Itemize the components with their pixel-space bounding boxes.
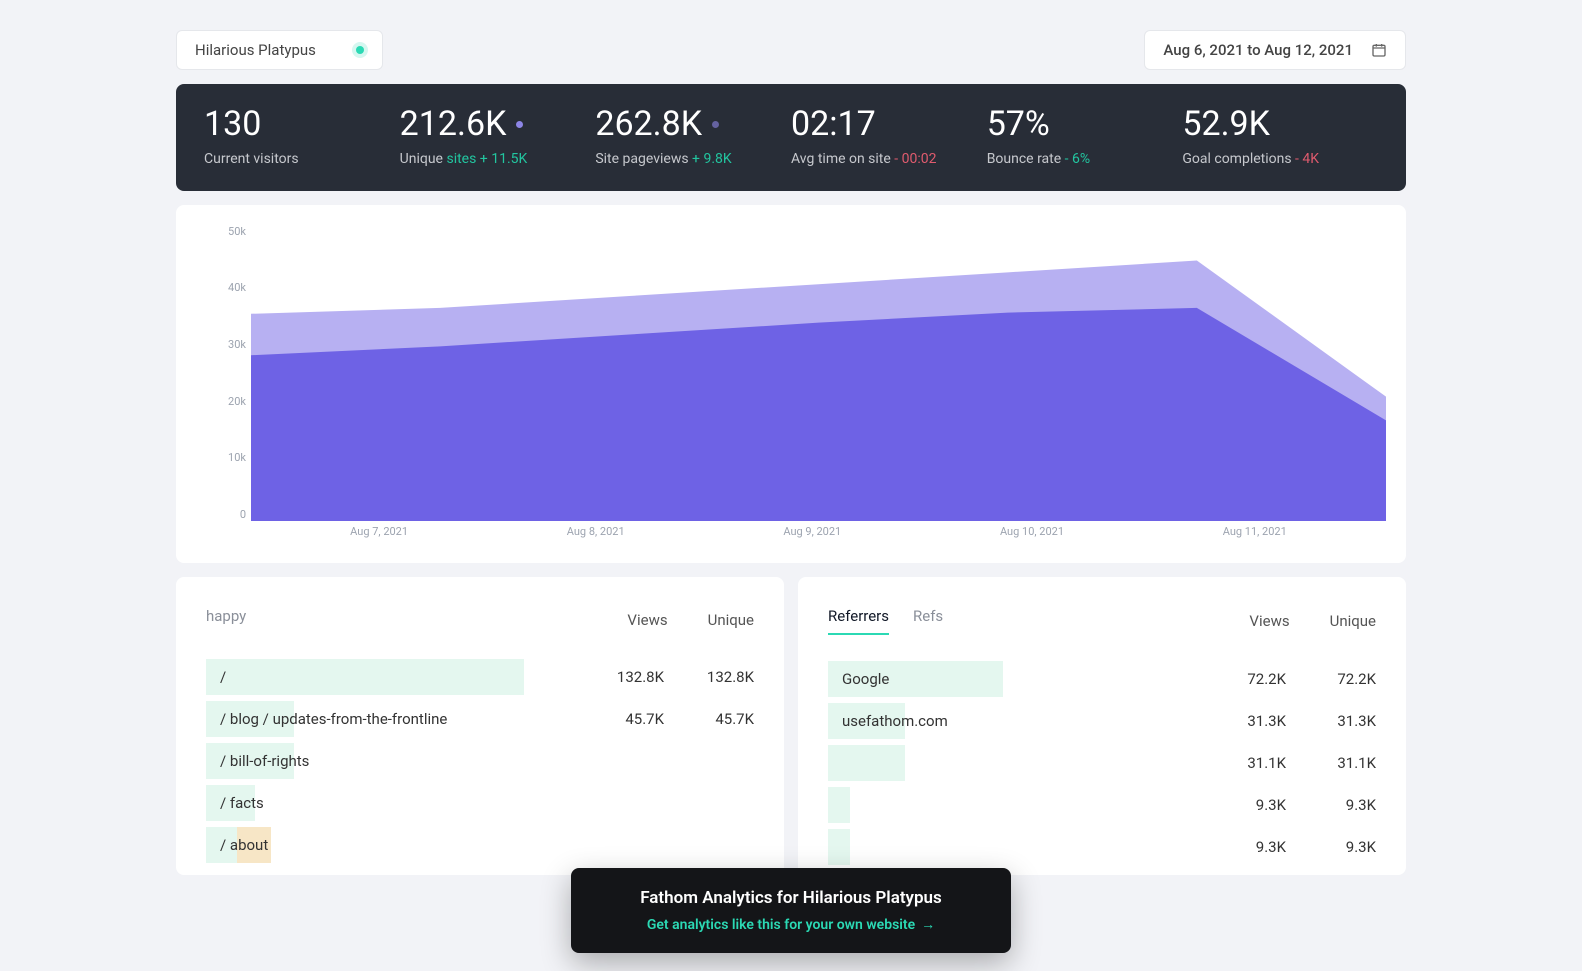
- table-row[interactable]: / blog / updates-from-the-frontline45.7K…: [206, 701, 754, 737]
- panel-pages: happy Views Unique /132.8K132.8K/ blog /…: [176, 577, 784, 875]
- date-range-label: Aug 6, 2021 to Aug 12, 2021: [1163, 41, 1353, 59]
- stat-value: 212.6K: [400, 104, 507, 145]
- stat-current-visitors[interactable]: 130 Current visitors: [204, 104, 400, 167]
- table-row[interactable]: Google72.2K72.2K: [828, 661, 1376, 697]
- row-unique: 9.3K: [1296, 796, 1376, 814]
- row-name: /: [220, 668, 584, 686]
- arrow-right-icon: →: [921, 916, 935, 933]
- table-row[interactable]: usefathom.com31.3K31.3K: [828, 703, 1376, 739]
- table-row[interactable]: /132.8K132.8K: [206, 659, 754, 695]
- site-name: Hilarious Platypus: [195, 41, 316, 59]
- tab-referrers[interactable]: Referrers: [828, 607, 889, 635]
- stat-label: Bounce rate - 6%: [987, 151, 1183, 167]
- chart-x-axis: Aug 7, 2021 Aug 8, 2021 Aug 9, 2021 Aug …: [251, 525, 1386, 545]
- row-name: / facts: [220, 794, 584, 812]
- site-picker[interactable]: Hilarious Platypus: [176, 30, 383, 70]
- row-views: 132.8K: [584, 668, 664, 686]
- chart-card: 50k 40k 30k 20k 10k 0 Aug 7, 2021 Aug 8,…: [176, 205, 1406, 563]
- stat-label: Site pageviews + 9.8K: [595, 151, 791, 167]
- series-dot-icon: [712, 121, 719, 128]
- promo-banner: Fathom Analytics for Hilarious Platypus …: [571, 868, 1011, 953]
- table-row[interactable]: / about: [206, 827, 754, 863]
- stat-label: Goal completions - 4K: [1182, 151, 1378, 167]
- row-unique: 72.2K: [1296, 670, 1376, 688]
- row-views: 45.7K: [584, 710, 664, 728]
- column-views: Views: [1249, 612, 1289, 630]
- table-row[interactable]: 9.3K 9.3K: [828, 829, 1376, 865]
- row-unique: 31.1K: [1296, 754, 1376, 772]
- stat-value: 02:17: [791, 104, 987, 145]
- stat-bounce-rate[interactable]: 57% Bounce rate - 6%: [987, 104, 1183, 167]
- table-row[interactable]: 31.1K 31.1K: [828, 745, 1376, 781]
- chart-plot[interactable]: [251, 225, 1386, 521]
- chart-y-axis: 50k 40k 30k 20k 10k 0: [196, 225, 246, 521]
- column-unique: Unique: [1330, 612, 1376, 630]
- row-views: 31.3K: [1206, 712, 1286, 730]
- stat-label: Current visitors: [204, 151, 400, 167]
- stat-value: 57%: [987, 104, 1183, 145]
- column-views: Views: [627, 611, 667, 629]
- row-unique: 45.7K: [674, 710, 754, 728]
- stat-value: 130: [204, 104, 400, 145]
- top-row: Hilarious Platypus Aug 6, 2021 to Aug 12…: [176, 30, 1406, 70]
- row-unique: 9.3K: [1296, 838, 1376, 856]
- live-indicator-icon: [356, 46, 364, 54]
- row-unique: 132.8K: [674, 668, 754, 686]
- promo-link[interactable]: Get analytics like this for your own web…: [647, 916, 935, 933]
- row-name: / blog / updates-from-the-frontline: [220, 710, 584, 728]
- row-views: 9.3K: [1206, 838, 1286, 856]
- series-dot-icon: [516, 121, 523, 128]
- stat-avg-time[interactable]: 02:17 Avg time on site - 00:02: [791, 104, 987, 167]
- row-unique: 31.3K: [1296, 712, 1376, 730]
- table-row[interactable]: / facts: [206, 785, 754, 821]
- stat-goal-completions[interactable]: 52.9K Goal completions - 4K: [1182, 104, 1378, 167]
- row-name: usefathom.com: [842, 712, 1206, 730]
- row-name: / bill-of-rights: [220, 752, 584, 770]
- table-row[interactable]: 9.3K 9.3K: [828, 787, 1376, 823]
- stat-value: 52.9K: [1182, 104, 1378, 145]
- stat-label: Avg time on site - 00:02: [791, 151, 987, 167]
- row-name: / about: [220, 836, 584, 854]
- row-views: 9.3K: [1206, 796, 1286, 814]
- stat-value: 262.8K: [595, 104, 702, 145]
- stat-pageviews[interactable]: 262.8K Site pageviews + 9.8K: [595, 104, 791, 167]
- tab-pages[interactable]: happy: [206, 607, 246, 633]
- panel-referrers: Referrers Refs Views Unique Google72.2K7…: [798, 577, 1406, 875]
- table-row[interactable]: / bill-of-rights: [206, 743, 754, 779]
- stats-bar: 130 Current visitors 212.6K Unique sites…: [176, 84, 1406, 191]
- tab-refs[interactable]: Refs: [913, 607, 943, 635]
- stat-label: Unique sites + 11.5K: [400, 151, 596, 167]
- column-unique: Unique: [708, 611, 754, 629]
- date-range-picker[interactable]: Aug 6, 2021 to Aug 12, 2021: [1144, 30, 1406, 70]
- row-name: Google: [842, 670, 1206, 688]
- row-views: 31.1K: [1206, 754, 1286, 772]
- promo-title: Fathom Analytics for Hilarious Platypus: [607, 888, 975, 908]
- row-views: 72.2K: [1206, 670, 1286, 688]
- calendar-icon: [1371, 42, 1387, 58]
- stat-unique-sites[interactable]: 212.6K Unique sites + 11.5K: [400, 104, 596, 167]
